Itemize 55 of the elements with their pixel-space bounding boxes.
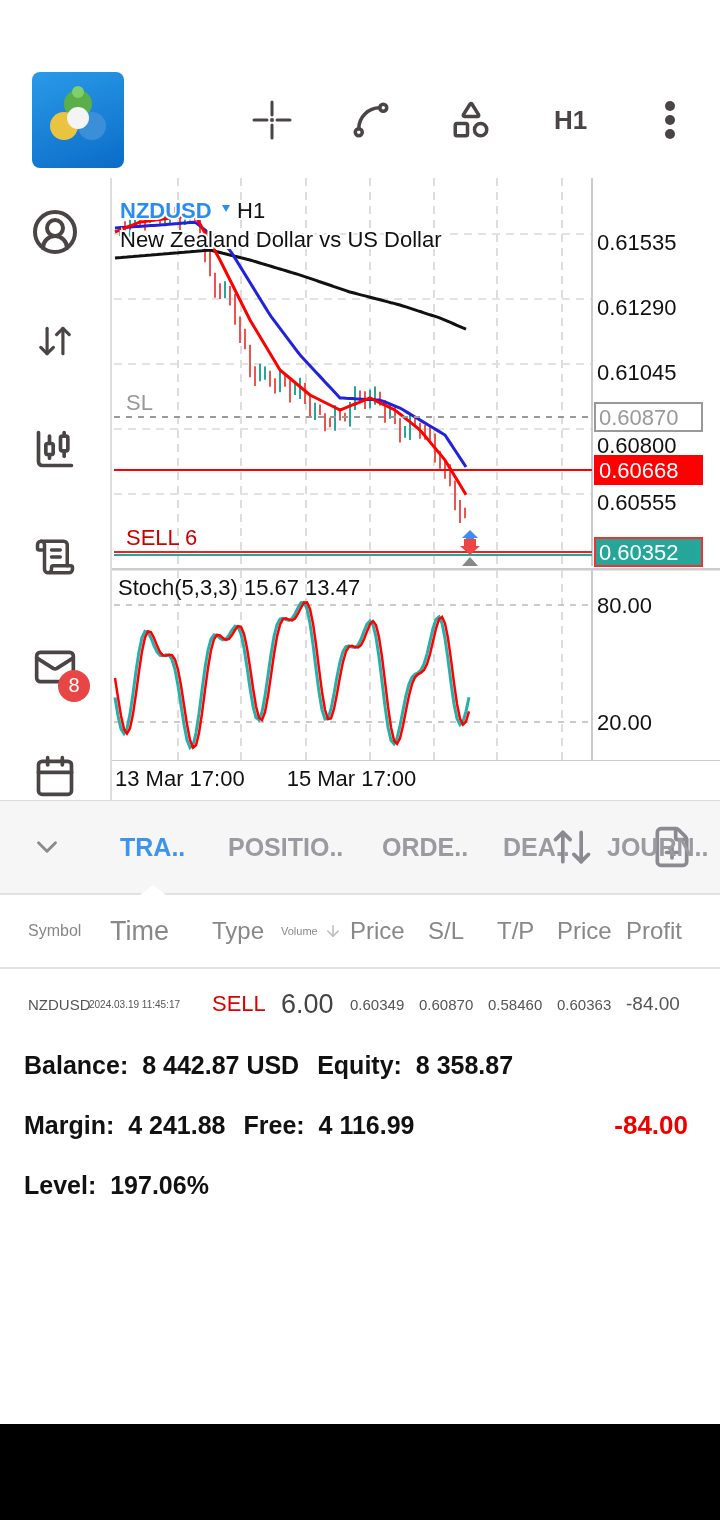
table-cell-text: -84.00	[626, 993, 681, 1015]
equity-text: Equity: 8 358.87	[317, 1051, 514, 1080]
more-icon	[665, 101, 676, 139]
column-header: Profit	[626, 917, 683, 945]
price-label: 0.61045	[597, 360, 677, 385]
price-label: 0.60555	[597, 490, 677, 515]
caret-icon[interactable]	[222, 205, 230, 212]
app-logo-tile[interactable]	[32, 72, 124, 168]
oscillator-level-label: 80.00	[597, 593, 653, 618]
mail-badge: 8	[58, 669, 90, 702]
price-tag: 0.60870	[594, 402, 703, 432]
crosshair-icon	[251, 100, 292, 140]
triangle-icon	[462, 557, 478, 566]
trade-row[interactable]: NZDUSD2024.03.19 11:45:17 SELL 6.00 0.60349 0.60870 0.58460 0.60363 -84.00	[0, 969, 720, 1039]
table-cell-text: 0.58460	[488, 995, 544, 1013]
table-cell-text: 2024.03.19 11:45:17	[89, 998, 181, 1010]
time-label: 15 Mar 17:00	[286, 765, 417, 792]
table-cell-text: SELL	[212, 991, 267, 1017]
timeframe-button[interactable]: H1	[520, 90, 621, 150]
oscillator-chart[interactable]: 80.00 20.00 Stoch(5,3,3) 15.67 13.47	[112, 568, 720, 760]
free-margin-text: Free: 4 116.99	[243, 1111, 415, 1140]
table-cell-text: 0.60870	[419, 995, 475, 1013]
table-cell-text: 0.60363	[557, 995, 613, 1013]
column-header: Time	[109, 915, 170, 947]
column-header: Price	[557, 917, 613, 945]
column-header: T/P	[496, 917, 536, 945]
panel-tab[interactable]: ORDE..	[382, 801, 503, 893]
level-label: SL	[126, 390, 153, 415]
oscillator-level-label: 20.00	[597, 710, 653, 735]
indicator-title: Stoch(5,3,3) 15.67 13.47	[118, 575, 361, 600]
time-label: 13 Mar 17:00	[115, 765, 245, 792]
price-label: 0.61535	[597, 230, 677, 255]
total-profit: -84.00	[614, 1110, 688, 1141]
price-label: 0.61290	[597, 295, 677, 320]
margin-text: Margin: 4 241.88	[24, 1111, 226, 1140]
profile-icon	[31, 208, 79, 257]
column-header: Volume	[281, 922, 350, 940]
column-header: S/L	[427, 917, 466, 945]
table-cell-text: 6.00	[281, 988, 335, 1020]
account-button[interactable]	[30, 208, 80, 257]
column-header: Price	[350, 917, 406, 945]
table-cell-text: 0.60349	[350, 995, 406, 1013]
price-tag: 0.60352	[594, 537, 703, 567]
column-header: Symbol	[28, 922, 83, 940]
table-cell: NZDUSD	[28, 995, 89, 1013]
level-label: SELL 6	[126, 525, 198, 550]
panel-tab[interactable]: POSITIO..	[228, 801, 382, 893]
price-label: 0.60800	[597, 433, 677, 458]
margin-level-text: Level: 197.06%	[24, 1171, 209, 1200]
balance-text: Balance: 8 442.87 USD	[24, 1051, 300, 1080]
column-header: Type	[212, 917, 266, 945]
panel-tab[interactable]: TRA..	[120, 801, 228, 893]
timeframe-label: H1	[237, 198, 266, 223]
sell-arrow-icon	[460, 539, 480, 555]
price-tag: 0.60668	[594, 455, 703, 485]
